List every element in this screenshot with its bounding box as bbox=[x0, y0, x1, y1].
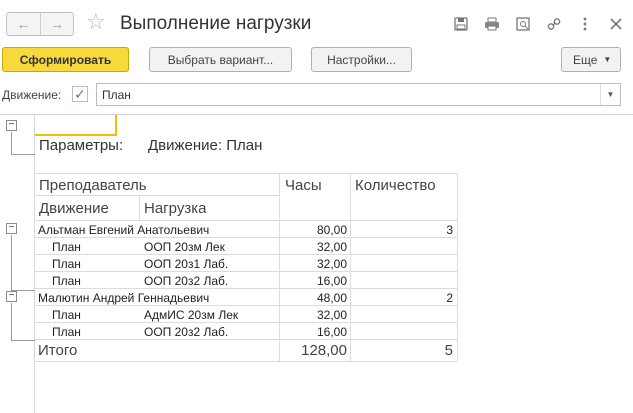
selected-cell[interactable] bbox=[35, 115, 117, 136]
row-movement: План bbox=[52, 257, 81, 271]
movement-filter-checkbox[interactable]: ✓ bbox=[72, 86, 88, 102]
checkmark-icon: ✓ bbox=[74, 86, 86, 102]
close-icon[interactable] bbox=[605, 14, 627, 34]
row-movement: План bbox=[52, 325, 81, 339]
row-load: ООП 20з2 Лаб. bbox=[144, 274, 229, 288]
params-label: Параметры: bbox=[39, 137, 124, 154]
report-area: − − − Параметры: Движение: План Преподав… bbox=[0, 114, 633, 413]
save-icon[interactable] bbox=[450, 14, 472, 34]
collapse-params-icon[interactable]: − bbox=[6, 120, 17, 131]
grouping-gutter: − − − bbox=[0, 115, 35, 413]
back-button[interactable]: ← bbox=[7, 13, 40, 35]
total-hours: 128,00 bbox=[301, 342, 347, 359]
group-hours: 80,00 bbox=[316, 223, 347, 237]
row-movement: План bbox=[52, 240, 81, 254]
movement-filter-label: Движение: bbox=[2, 88, 62, 102]
forward-button[interactable]: → bbox=[39, 13, 73, 35]
group-name: Малютин Андрей Геннадьевич bbox=[38, 291, 210, 305]
collapse-group-icon[interactable]: − bbox=[6, 223, 17, 234]
window-tools bbox=[441, 14, 633, 34]
total-label: Итого bbox=[38, 342, 78, 359]
params-value: Движение: План bbox=[148, 137, 263, 154]
movement-filter-select[interactable]: План ▼ bbox=[96, 83, 621, 106]
row-load: ООП 20зм Лек bbox=[144, 240, 225, 254]
arrow-right-icon: → bbox=[49, 16, 64, 32]
row-hours: 32,00 bbox=[316, 308, 347, 322]
link-icon[interactable] bbox=[543, 14, 565, 34]
row-hours: 32,00 bbox=[316, 257, 347, 271]
group-count: 3 bbox=[446, 223, 453, 237]
row-movement: План bbox=[52, 274, 81, 288]
nav-buttons: ← → bbox=[6, 12, 74, 36]
title-bar: ← → ☆ Выполнение нагрузки bbox=[0, 0, 633, 44]
group-name: Альтман Евгений Анатольевич bbox=[38, 223, 210, 237]
movement-filter-value: План bbox=[102, 88, 131, 102]
more-vert-icon[interactable] bbox=[574, 14, 596, 34]
row-hours: 16,00 bbox=[316, 325, 347, 339]
favorite-star-icon[interactable]: ☆ bbox=[86, 10, 106, 34]
settings-button[interactable]: Настройки... bbox=[311, 47, 412, 72]
generate-button[interactable]: Сформировать bbox=[2, 47, 129, 72]
group-hours: 48,00 bbox=[316, 291, 347, 305]
row-load: ООП 20з2 Лаб. bbox=[144, 325, 229, 339]
collapse-group-icon[interactable]: − bbox=[6, 291, 17, 302]
preview-icon[interactable] bbox=[512, 14, 534, 34]
row-load: ООП 20з1 Лаб. bbox=[144, 257, 229, 271]
dropdown-arrow-icon[interactable]: ▼ bbox=[600, 84, 620, 105]
arrow-left-icon: ← bbox=[16, 16, 31, 32]
header-load: Нагрузка bbox=[144, 200, 207, 217]
more-button[interactable]: Еще ▼ bbox=[561, 47, 621, 72]
row-load: АдмИС 20зм Лек bbox=[144, 308, 239, 322]
report-parameters: Параметры: Движение: План bbox=[39, 137, 262, 154]
header-hours: Часы bbox=[285, 177, 322, 194]
chevron-down-icon: ▼ bbox=[603, 55, 612, 64]
print-icon[interactable] bbox=[481, 14, 503, 34]
row-hours: 16,00 bbox=[316, 274, 347, 288]
choose-variant-button[interactable]: Выбрать вариант... bbox=[149, 47, 292, 72]
more-button-label: Еще bbox=[573, 52, 598, 67]
header-teacher: Преподаватель bbox=[39, 177, 147, 194]
total-count: 5 bbox=[444, 342, 453, 359]
header-movement: Движение bbox=[39, 200, 109, 217]
header-count: Количество bbox=[355, 177, 436, 194]
row-hours: 32,00 bbox=[316, 240, 347, 254]
row-movement: План bbox=[52, 308, 81, 322]
window-title: Выполнение нагрузки bbox=[120, 13, 312, 34]
group-count: 2 bbox=[446, 291, 453, 305]
